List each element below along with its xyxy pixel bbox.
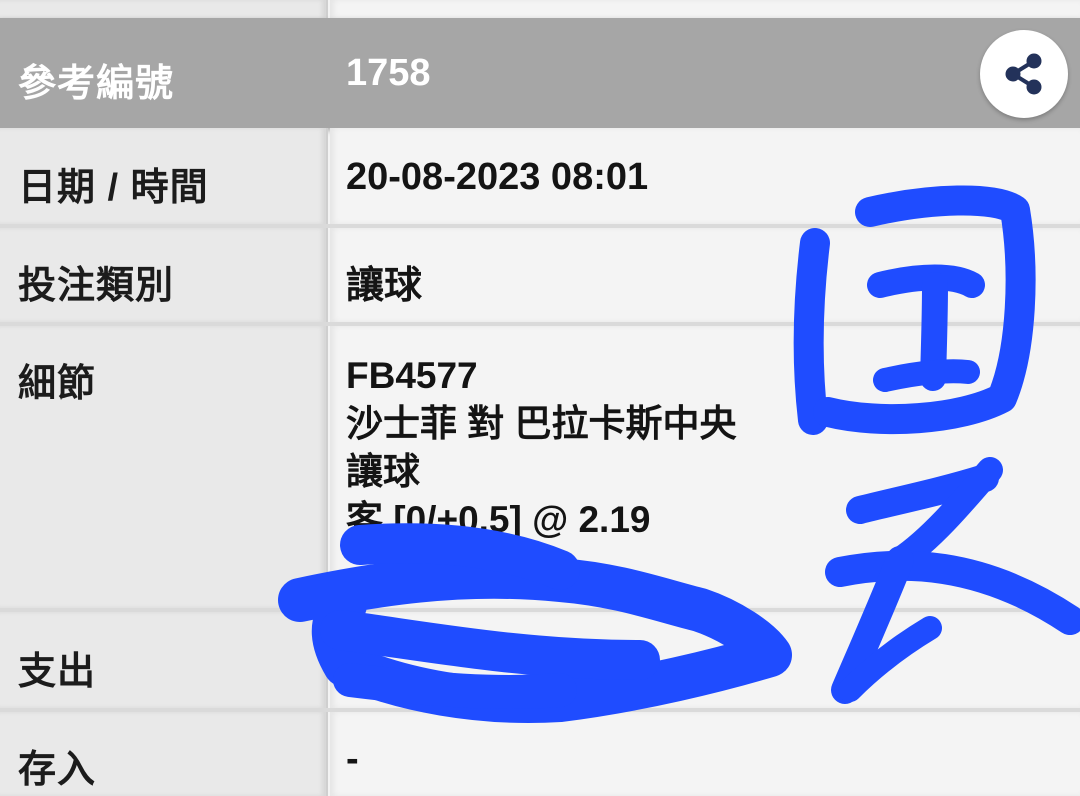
share-button[interactable] bbox=[980, 30, 1068, 118]
expense-label: 支出 bbox=[18, 651, 97, 693]
bet-type-value-cell bbox=[330, 228, 1080, 322]
expense-row: 支出 bbox=[0, 612, 1080, 708]
deposit-value: - bbox=[346, 738, 359, 780]
datetime-label: 日期 / 時間 bbox=[18, 167, 209, 209]
detail-match: 沙士菲 對 巴拉卡斯中央 bbox=[346, 403, 737, 444]
datetime-label-cell: 日期 / 時間 bbox=[0, 128, 328, 224]
previous-row bbox=[0, 0, 1080, 18]
reference-header-row: 參考編號 1758 bbox=[0, 18, 1080, 128]
deposit-value-cell bbox=[330, 712, 1080, 796]
deposit-label: 存入 bbox=[18, 749, 97, 791]
bet-type-label-cell: 投注類別 bbox=[0, 228, 328, 322]
details-lines: FB4577 沙士菲 對 巴拉卡斯中央 讓球 客 [0/+0.5] @ 2.19 bbox=[346, 352, 737, 544]
detail-event-code: FB4577 bbox=[346, 355, 478, 396]
reference-number: 1758 bbox=[346, 52, 431, 94]
bet-type-value: 讓球 bbox=[346, 265, 423, 307]
expense-label-cell: 支出 bbox=[0, 612, 328, 708]
previous-row-value-cell bbox=[330, 0, 1080, 18]
deposit-label-cell: 存入 bbox=[0, 712, 328, 796]
share-icon bbox=[1005, 53, 1042, 95]
bet-type-row: 投注類別 讓球 bbox=[0, 228, 1080, 322]
deposit-row: 存入 - bbox=[0, 712, 1080, 796]
detail-market: 讓球 bbox=[346, 451, 420, 492]
bet-type-label: 投注類別 bbox=[18, 265, 175, 307]
previous-row-label-cell bbox=[0, 0, 328, 18]
details-label: 細節 bbox=[18, 363, 97, 405]
bet-detail-table: 參考編號 1758 日期 / 時間 20-08-2023 08:01 投注類別 … bbox=[0, 0, 1080, 796]
datetime-row: 日期 / 時間 20-08-2023 08:01 bbox=[0, 128, 1080, 224]
reference-label: 參考編號 bbox=[18, 63, 175, 105]
detail-selection-odds: 客 [0/+0.5] @ 2.19 bbox=[346, 499, 651, 540]
expense-value-cell bbox=[330, 612, 1080, 708]
details-label-cell: 細節 bbox=[0, 326, 328, 608]
datetime-value: 20-08-2023 08:01 bbox=[346, 156, 649, 198]
